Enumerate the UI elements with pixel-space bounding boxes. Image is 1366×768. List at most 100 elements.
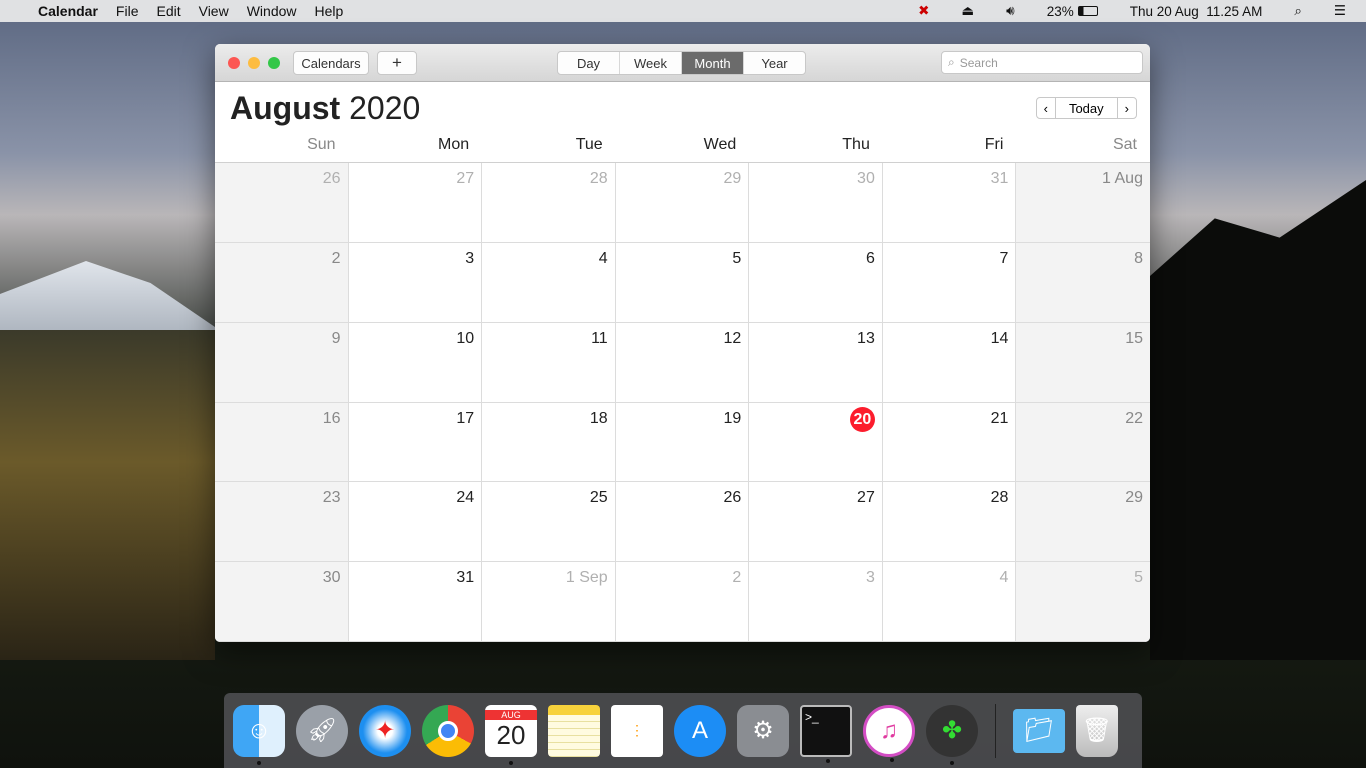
eject-icon[interactable]: ⏏ <box>961 3 974 19</box>
day-cell[interactable]: 24 <box>348 482 483 563</box>
day-number: 9 <box>331 329 341 347</box>
day-cell[interactable]: 14 <box>882 322 1017 403</box>
day-cell[interactable]: 25 <box>482 482 616 563</box>
day-cell[interactable]: 27 <box>749 482 883 563</box>
day-cell[interactable]: 2 <box>615 562 750 642</box>
dock-trash-icon[interactable]: 🗑︎ <box>1076 704 1118 757</box>
day-cell[interactable]: 28 <box>882 482 1017 563</box>
dock-chrome-icon[interactable] <box>422 704 474 757</box>
zoom-button[interactable] <box>268 57 280 69</box>
day-cell[interactable]: 4 <box>882 562 1017 642</box>
date-navigation: ‹ Today › <box>1035 97 1137 119</box>
day-cell[interactable]: 2 <box>215 242 349 323</box>
search-icon: ⌕ <box>948 55 955 69</box>
day-number: 30 <box>322 569 341 587</box>
day-cell[interactable]: 7 <box>882 242 1017 323</box>
dock-terminal-icon[interactable]: >_ <box>800 704 852 763</box>
dock-app-store-icon[interactable]: A <box>674 704 726 757</box>
day-cell[interactable]: 10 <box>348 322 483 403</box>
battery-percent[interactable]: 23% <box>1047 4 1074 19</box>
menu-window[interactable]: Window <box>247 3 297 19</box>
notification-center-icon[interactable]: ☰ <box>1334 3 1346 19</box>
day-cell[interactable]: 27 <box>348 163 483 243</box>
dock-safari-icon[interactable]: ✦ <box>359 704 411 757</box>
spotlight-search-icon[interactable]: ⌕ <box>1294 3 1302 19</box>
menu-view[interactable]: View <box>199 3 229 19</box>
dock-folder-icon[interactable]: 📁︎ <box>1013 708 1065 753</box>
volume-icon[interactable]: 🔊︎ <box>1006 3 1015 19</box>
day-cell[interactable]: 5 <box>1016 562 1150 642</box>
day-cell[interactable]: 17 <box>348 402 483 483</box>
day-cell[interactable]: 4 <box>482 242 616 323</box>
day-number: 1 Sep <box>565 569 608 587</box>
menu-app[interactable]: Calendar <box>38 3 98 19</box>
tab-week[interactable]: Week <box>620 52 682 74</box>
day-cell[interactable]: 29 <box>1016 482 1150 563</box>
dock-calendar-icon[interactable]: AUG 20 <box>485 704 537 765</box>
clock[interactable]: Thu 20 Aug 11.25 AM <box>1130 4 1263 19</box>
menu-help[interactable]: Help <box>315 3 344 19</box>
dock-finder-icon[interactable]: ☺ <box>233 704 285 765</box>
day-cell[interactable]: 26 <box>615 482 750 563</box>
tab-day[interactable]: Day <box>558 52 620 74</box>
day-number: 21 <box>990 409 1009 427</box>
dock-system-preferences-icon[interactable]: ⚙ <box>737 704 789 757</box>
day-cell[interactable]: 9 <box>215 322 349 403</box>
search-input[interactable]: ⌕ Search <box>941 51 1143 74</box>
day-number: 26 <box>322 170 341 187</box>
calendar-window: Calendars + Day Week Month Year ⌕ Search… <box>215 44 1150 642</box>
day-cell[interactable]: 28 <box>482 163 616 243</box>
weekday-tue: Tue <box>575 136 603 153</box>
add-event-button[interactable]: + <box>377 51 417 75</box>
day-number: 30 <box>857 170 875 187</box>
previous-month-button[interactable]: ‹ <box>1037 98 1056 118</box>
day-cell[interactable]: 23 <box>215 482 349 563</box>
day-cell[interactable]: 31 <box>882 163 1017 243</box>
weekday-header: Sun Mon Tue Wed Thu Fri Sat <box>215 136 1150 154</box>
day-cell[interactable]: 18 <box>482 402 616 483</box>
day-number: 13 <box>857 329 875 347</box>
day-cell[interactable]: 1 Aug <box>1016 163 1150 243</box>
search-placeholder: Search <box>959 55 998 70</box>
day-cell[interactable]: 3 <box>348 242 483 323</box>
day-cell[interactable]: 8 <box>1016 242 1150 323</box>
day-cell[interactable]: 15 <box>1016 322 1150 403</box>
day-cell[interactable]: 12 <box>615 322 750 403</box>
weekday-sun: Sun <box>307 136 336 153</box>
day-cell[interactable]: 30 <box>215 562 349 642</box>
day-cell[interactable]: 5 <box>615 242 750 323</box>
day-cell[interactable]: 3 <box>749 562 883 642</box>
day-cell[interactable]: 1 Sep <box>482 562 616 642</box>
day-cell[interactable]: 20 <box>749 402 883 483</box>
menu-edit[interactable]: Edit <box>156 3 180 19</box>
dock-clover-app-icon[interactable]: ✤ <box>926 704 978 765</box>
day-cell[interactable]: 26 <box>215 163 349 243</box>
menu-file[interactable]: File <box>116 3 139 19</box>
calendars-button[interactable]: Calendars <box>293 51 369 75</box>
dock-itunes-icon[interactable]: ♫ <box>863 704 915 762</box>
minimize-button[interactable] <box>248 57 260 69</box>
day-cell[interactable]: 21 <box>882 402 1017 483</box>
day-number: 17 <box>456 409 475 427</box>
next-month-button[interactable]: › <box>1118 98 1136 118</box>
dock-launchpad-icon[interactable]: 🚀︎ <box>296 704 348 757</box>
close-button[interactable] <box>228 57 240 69</box>
day-number: 22 <box>1125 409 1143 427</box>
weekday-sat: Sat <box>1112 136 1137 153</box>
day-cell[interactable]: 31 <box>348 562 483 642</box>
day-cell[interactable]: 13 <box>749 322 883 403</box>
battery-icon[interactable] <box>1077 6 1098 16</box>
tab-year[interactable]: Year <box>744 52 805 74</box>
day-cell[interactable]: 29 <box>615 163 750 243</box>
day-cell[interactable]: 11 <box>482 322 616 403</box>
day-cell[interactable]: 6 <box>749 242 883 323</box>
today-button[interactable]: Today <box>1056 98 1118 118</box>
day-cell[interactable]: 22 <box>1016 402 1150 483</box>
dock-notes-icon[interactable] <box>548 704 600 757</box>
dock-reminders-icon[interactable]: ⋮ <box>611 704 663 757</box>
day-cell[interactable]: 30 <box>749 163 883 243</box>
network-status-icon[interactable]: ✖ <box>918 3 929 19</box>
day-cell[interactable]: 16 <box>215 402 349 483</box>
day-cell[interactable]: 19 <box>615 402 750 483</box>
tab-month[interactable]: Month <box>682 52 744 74</box>
